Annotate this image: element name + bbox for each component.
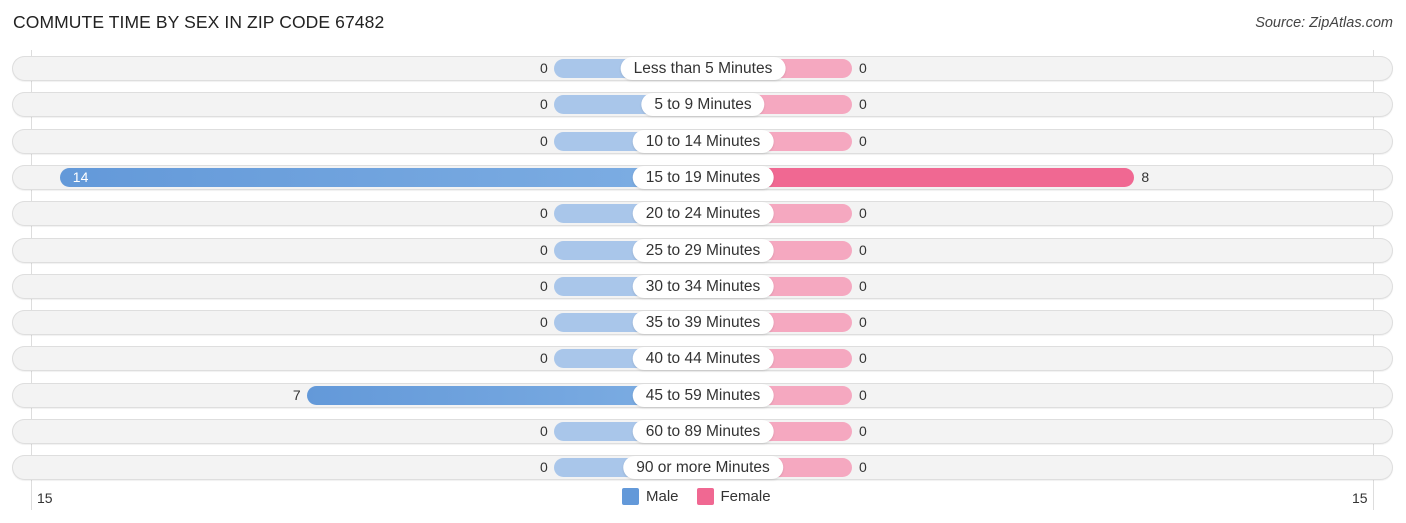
female-value-label: 0	[859, 314, 867, 331]
female-value-label: 0	[859, 205, 867, 222]
category-label: 35 to 39 Minutes	[632, 311, 774, 335]
male-value-label: 0	[540, 314, 548, 331]
female-value-label: 0	[859, 60, 867, 76]
male-value-label: 0	[540, 459, 548, 476]
female-swatch	[696, 488, 714, 505]
female-value-label: 8	[1141, 168, 1150, 185]
male-value-label: 0	[540, 423, 548, 439]
male-value-label: 0	[540, 132, 548, 149]
category-label: 30 to 34 Minutes	[632, 274, 774, 298]
category-label: 60 to 89 Minutes	[632, 420, 774, 443]
female-value-label: 0	[859, 241, 867, 258]
male-value-label: 0	[540, 241, 548, 258]
female-value-label: 0	[859, 277, 867, 294]
category-label: 15 to 19 Minutes	[632, 165, 774, 189]
category-label: Less than 5 Minutes	[620, 57, 786, 80]
male-value-label: 14	[72, 168, 89, 185]
male-bar[interactable]	[59, 167, 703, 187]
category-label: 40 to 44 Minutes	[632, 347, 774, 371]
legend-item-male[interactable]: Male	[622, 488, 679, 505]
male-value-label: 0	[540, 205, 548, 222]
category-label: 20 to 24 Minutes	[632, 202, 774, 226]
category-label: 45 to 59 Minutes	[632, 383, 774, 407]
male-swatch	[622, 488, 639, 505]
category-label: 25 to 29 Minutes	[632, 238, 774, 262]
legend-label-female: Female	[720, 488, 771, 505]
male-value-label: 0	[540, 60, 548, 76]
category-label: 10 to 14 Minutes	[632, 129, 774, 153]
chart-title: COMMUTE TIME BY SEX IN ZIP CODE 67482	[13, 12, 385, 32]
legend-label-male: Male	[646, 488, 679, 505]
female-value-label: 0	[859, 96, 867, 113]
male-value-label: 0	[540, 350, 548, 367]
source-label: Source: ZipAtlas.com	[1255, 15, 1393, 31]
female-value-label: 0	[859, 423, 867, 439]
right-axis-tick: 15	[1352, 490, 1368, 506]
legend-item-female[interactable]: Female	[696, 488, 771, 505]
category-label: 5 to 9 Minutes	[641, 93, 765, 117]
category-label: 90 or more Minutes	[623, 456, 783, 480]
female-value-label: 0	[859, 350, 867, 367]
male-value-label: 0	[540, 277, 548, 294]
legend: Male Female	[622, 488, 781, 505]
left-axis-tick: 15	[37, 490, 53, 506]
female-value-label: 0	[859, 459, 867, 476]
male-value-label: 0	[540, 96, 548, 113]
female-value-label: 0	[859, 132, 867, 149]
female-value-label: 0	[859, 386, 867, 403]
male-value-label: 7	[292, 386, 301, 403]
